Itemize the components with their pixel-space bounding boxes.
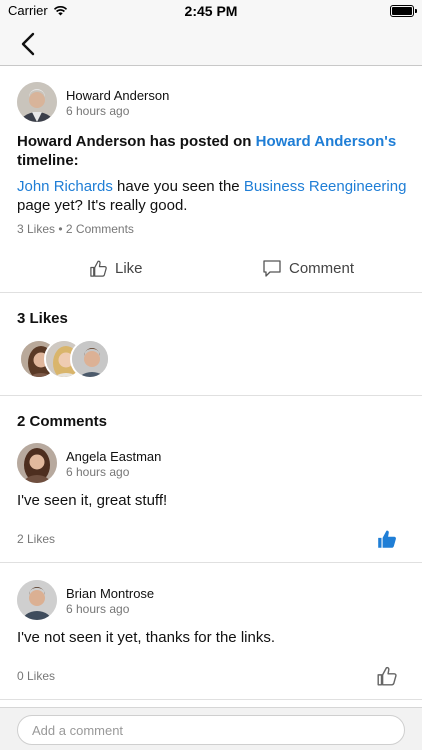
comment-likes-count[interactable]: 2 Likes (17, 532, 55, 546)
avatar-photo-icon (17, 443, 57, 483)
post-author-name[interactable]: Howard Anderson (66, 88, 169, 103)
navigation-bar (0, 22, 422, 66)
page-link[interactable]: Business Reengineering (244, 178, 407, 195)
post-timestamp: 6 hours ago (66, 104, 130, 118)
divider (0, 562, 422, 563)
status-bar: Carrier 2:45 PM (0, 0, 422, 22)
timeline-owner-link[interactable]: Howard Anderson's (256, 133, 397, 150)
post-author-avatar[interactable] (17, 82, 57, 122)
post-stats[interactable]: 3 Likes • 2 Comments (17, 222, 134, 236)
comment-label: Comment (289, 259, 355, 277)
thumbs-up-filled-icon[interactable] (376, 528, 398, 550)
post-body-text-1: have you seen the (112, 178, 244, 195)
thumbs-up-outline-icon (90, 260, 107, 277)
comment-input[interactable] (17, 715, 405, 745)
likes-section-title: 3 Likes (17, 310, 68, 327)
comment-button[interactable]: Comment (262, 254, 354, 282)
comments-section-title: 2 Comments (17, 413, 108, 430)
post-headline: Howard Anderson has posted on Howard And… (17, 132, 407, 170)
comment-likes-count[interactable]: 0 Likes (17, 669, 55, 683)
thumbs-up-outline-icon[interactable] (376, 665, 398, 687)
avatar-photo-icon (17, 82, 57, 122)
comment-text: I've not seen it yet, thanks for the lin… (17, 629, 275, 646)
comment-text: I've seen it, great stuff! (17, 492, 168, 509)
divider (0, 292, 422, 293)
chevron-left-icon (21, 32, 35, 56)
back-button[interactable] (14, 30, 42, 58)
status-time: 2:45 PM (184, 3, 238, 19)
divider (0, 699, 422, 700)
comment-composer (0, 707, 422, 750)
comment-author-name[interactable]: Angela Eastman (66, 449, 161, 464)
headline-middle: has posted on (145, 133, 256, 150)
avatar-photo-icon (17, 580, 57, 620)
headline-actor: Howard Anderson (17, 133, 146, 150)
like-label: Like (115, 259, 143, 277)
like-button[interactable]: Like (89, 254, 143, 282)
battery-icon (390, 5, 417, 17)
post-body-text-2: page yet? It's really good. (17, 197, 188, 214)
comment-author-avatar[interactable] (17, 443, 57, 483)
mention-link[interactable]: John Richards (17, 178, 113, 195)
comment-author-avatar[interactable] (17, 580, 57, 620)
headline-suffix: timeline: (17, 152, 79, 169)
comment-author-name[interactable]: Brian Montrose (66, 586, 154, 601)
comment-timestamp: 6 hours ago (66, 465, 130, 479)
comment-timestamp: 6 hours ago (66, 602, 130, 616)
post-body: John Richards have you seen the Business… (17, 177, 407, 215)
avatar-photo-icon (72, 341, 108, 377)
comment-bubble-icon (263, 259, 281, 277)
divider (0, 395, 422, 396)
liker-avatar-3[interactable] (70, 339, 110, 379)
